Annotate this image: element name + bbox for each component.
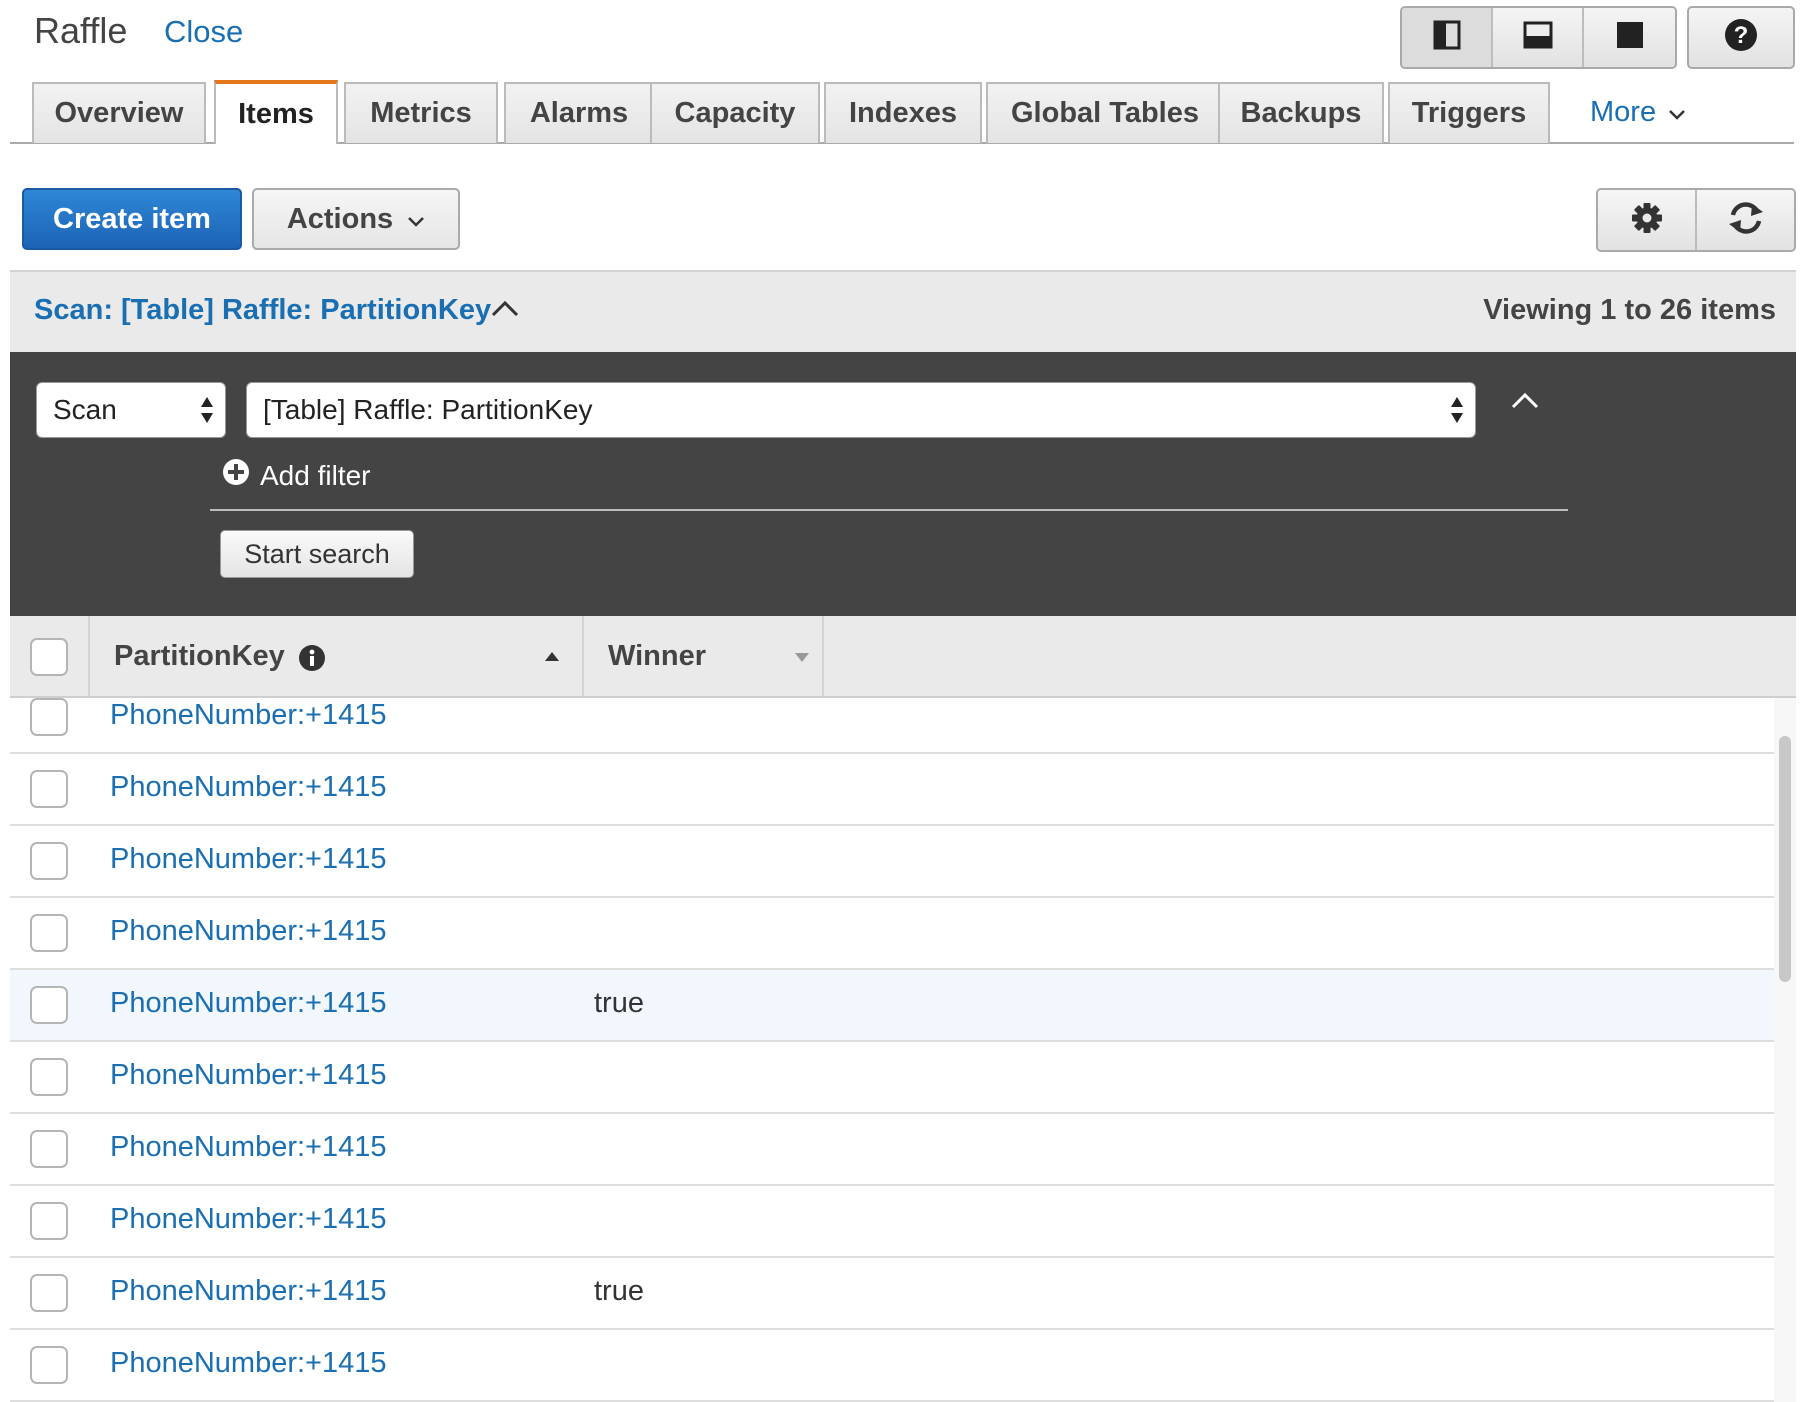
table-row[interactable]: PhoneNumber:+1415 true xyxy=(10,1258,1774,1330)
tab-overview[interactable]: Overview xyxy=(32,82,206,143)
table-row[interactable]: PhoneNumber:+1415 xyxy=(10,898,1774,970)
chevron-up-icon[interactable] xyxy=(490,298,520,323)
partition-key-link[interactable]: PhoneNumber:+1415 xyxy=(110,915,387,948)
actions-dropdown[interactable]: Actions xyxy=(252,188,460,250)
tab-capacity[interactable]: Capacity xyxy=(650,82,820,143)
winner-value: true xyxy=(594,987,644,1019)
info-icon[interactable] xyxy=(298,644,326,677)
refresh-button[interactable] xyxy=(1697,190,1794,250)
tab-global-tables[interactable]: Global Tables xyxy=(986,82,1224,143)
column-header-partitionkey[interactable]: PartitionKey xyxy=(90,616,584,696)
tab-triggers[interactable]: Triggers xyxy=(1388,82,1550,143)
scan-summary-bar: Scan: [Table] Raffle: PartitionKey Viewi… xyxy=(10,270,1796,352)
tab-indexes[interactable]: Indexes xyxy=(824,82,982,143)
table-header: PartitionKey Winner xyxy=(10,616,1796,698)
help-button[interactable]: ? xyxy=(1687,6,1795,69)
chevron-down-icon xyxy=(1668,96,1686,129)
select-all-checkbox[interactable] xyxy=(30,638,68,676)
svg-text:?: ? xyxy=(1734,22,1749,49)
close-link[interactable]: Close xyxy=(164,14,243,50)
table-row[interactable]: PhoneNumber:+1415 xyxy=(10,1186,1774,1258)
table-row[interactable]: PhoneNumber:+1415 true xyxy=(10,970,1774,1042)
plus-circle-icon xyxy=(222,458,250,493)
tab-items[interactable]: Items xyxy=(214,80,338,144)
operation-value: Scan xyxy=(53,394,117,425)
scrollbar-thumb[interactable] xyxy=(1779,736,1791,982)
query-panel: Scan [Table] Raffle: PartitionKey Add fi… xyxy=(10,352,1796,616)
tab-bar: Overview Items Metrics Alarms Capacity I… xyxy=(10,80,1794,144)
column-label-partitionkey: PartitionKey xyxy=(114,640,285,672)
create-item-button[interactable]: Create item xyxy=(22,188,242,250)
tab-metrics[interactable]: Metrics xyxy=(344,82,498,143)
partition-key-link[interactable]: PhoneNumber:+1415 xyxy=(110,1059,387,1092)
table-row[interactable]: PhoneNumber:+1415 xyxy=(10,754,1774,826)
fullscreen-button[interactable] xyxy=(1584,8,1675,67)
partition-key-link[interactable]: PhoneNumber:+1415 xyxy=(110,699,387,732)
partition-key-link[interactable]: PhoneNumber:+1415 xyxy=(110,1347,387,1380)
item-count: Viewing 1 to 26 items xyxy=(1483,294,1776,326)
split-horizontal-button[interactable] xyxy=(1493,8,1584,67)
tab-more-label: More xyxy=(1590,96,1657,128)
row-checkbox[interactable] xyxy=(30,914,68,952)
select-all-cell xyxy=(10,616,90,696)
partition-key-link[interactable]: PhoneNumber:+1415 xyxy=(110,1203,387,1236)
select-arrows-icon xyxy=(1449,393,1465,427)
divider xyxy=(210,509,1568,511)
gear-icon xyxy=(1630,201,1664,240)
partition-key-link[interactable]: PhoneNumber:+1415 xyxy=(110,1275,387,1308)
add-filter-button[interactable]: Add filter xyxy=(222,458,371,493)
split-horizontal-icon xyxy=(1523,21,1553,54)
collapse-query-icon[interactable] xyxy=(1510,390,1540,415)
partition-key-link[interactable]: PhoneNumber:+1415 xyxy=(110,843,387,876)
target-value: [Table] Raffle: PartitionKey xyxy=(263,394,593,425)
tab-more[interactable]: More xyxy=(1590,96,1686,129)
select-arrows-icon xyxy=(199,393,215,427)
table-row[interactable]: PhoneNumber:+1415 xyxy=(10,698,1774,754)
page-title: Raffle xyxy=(34,10,128,51)
column-label-winner: Winner xyxy=(608,640,707,672)
view-mode-group xyxy=(1400,6,1677,69)
row-checkbox[interactable] xyxy=(30,1058,68,1096)
actions-label: Actions xyxy=(286,202,394,235)
tab-alarms[interactable]: Alarms xyxy=(504,82,654,143)
winner-value: true xyxy=(594,1275,644,1307)
table-row[interactable]: PhoneNumber:+1415 xyxy=(10,826,1774,898)
table-row[interactable]: PhoneNumber:+1415 xyxy=(10,1330,1774,1402)
target-select[interactable]: [Table] Raffle: PartitionKey xyxy=(246,382,1476,438)
chevron-down-icon xyxy=(407,203,425,236)
sort-ascending-icon[interactable] xyxy=(544,650,560,668)
add-filter-label: Add filter xyxy=(260,459,371,491)
vertical-scrollbar[interactable] xyxy=(1774,698,1796,1402)
row-checkbox[interactable] xyxy=(30,1130,68,1168)
column-header-winner[interactable]: Winner xyxy=(584,616,824,696)
row-checkbox[interactable] xyxy=(30,698,68,736)
row-checkbox[interactable] xyxy=(30,986,68,1024)
split-vertical-button[interactable] xyxy=(1402,8,1493,67)
fullscreen-icon xyxy=(1615,20,1645,55)
settings-button[interactable] xyxy=(1598,190,1697,250)
row-checkbox[interactable] xyxy=(30,1274,68,1312)
sort-descending-icon[interactable] xyxy=(794,650,810,668)
row-checkbox[interactable] xyxy=(30,842,68,880)
table-tools xyxy=(1596,188,1796,252)
row-checkbox[interactable] xyxy=(30,770,68,808)
row-checkbox[interactable] xyxy=(30,1202,68,1240)
table-row[interactable]: PhoneNumber:+1415 xyxy=(10,1042,1774,1114)
operation-select[interactable]: Scan xyxy=(36,382,226,438)
partition-key-link[interactable]: PhoneNumber:+1415 xyxy=(110,1131,387,1164)
scan-summary-toggle[interactable]: Scan: [Table] Raffle: PartitionKey xyxy=(34,294,491,327)
partition-key-link[interactable]: PhoneNumber:+1415 xyxy=(110,987,387,1020)
start-search-button[interactable]: Start search xyxy=(220,530,414,578)
tab-backups[interactable]: Backups xyxy=(1218,82,1384,143)
table-body: PhoneNumber:+1415 PhoneNumber:+1415 Phon… xyxy=(10,698,1774,1402)
row-checkbox[interactable] xyxy=(30,1346,68,1384)
table-row[interactable]: PhoneNumber:+1415 xyxy=(10,1114,1774,1186)
partition-key-link[interactable]: PhoneNumber:+1415 xyxy=(110,771,387,804)
refresh-icon xyxy=(1726,200,1766,241)
help-icon: ? xyxy=(1724,18,1758,57)
split-vertical-icon xyxy=(1433,20,1461,55)
